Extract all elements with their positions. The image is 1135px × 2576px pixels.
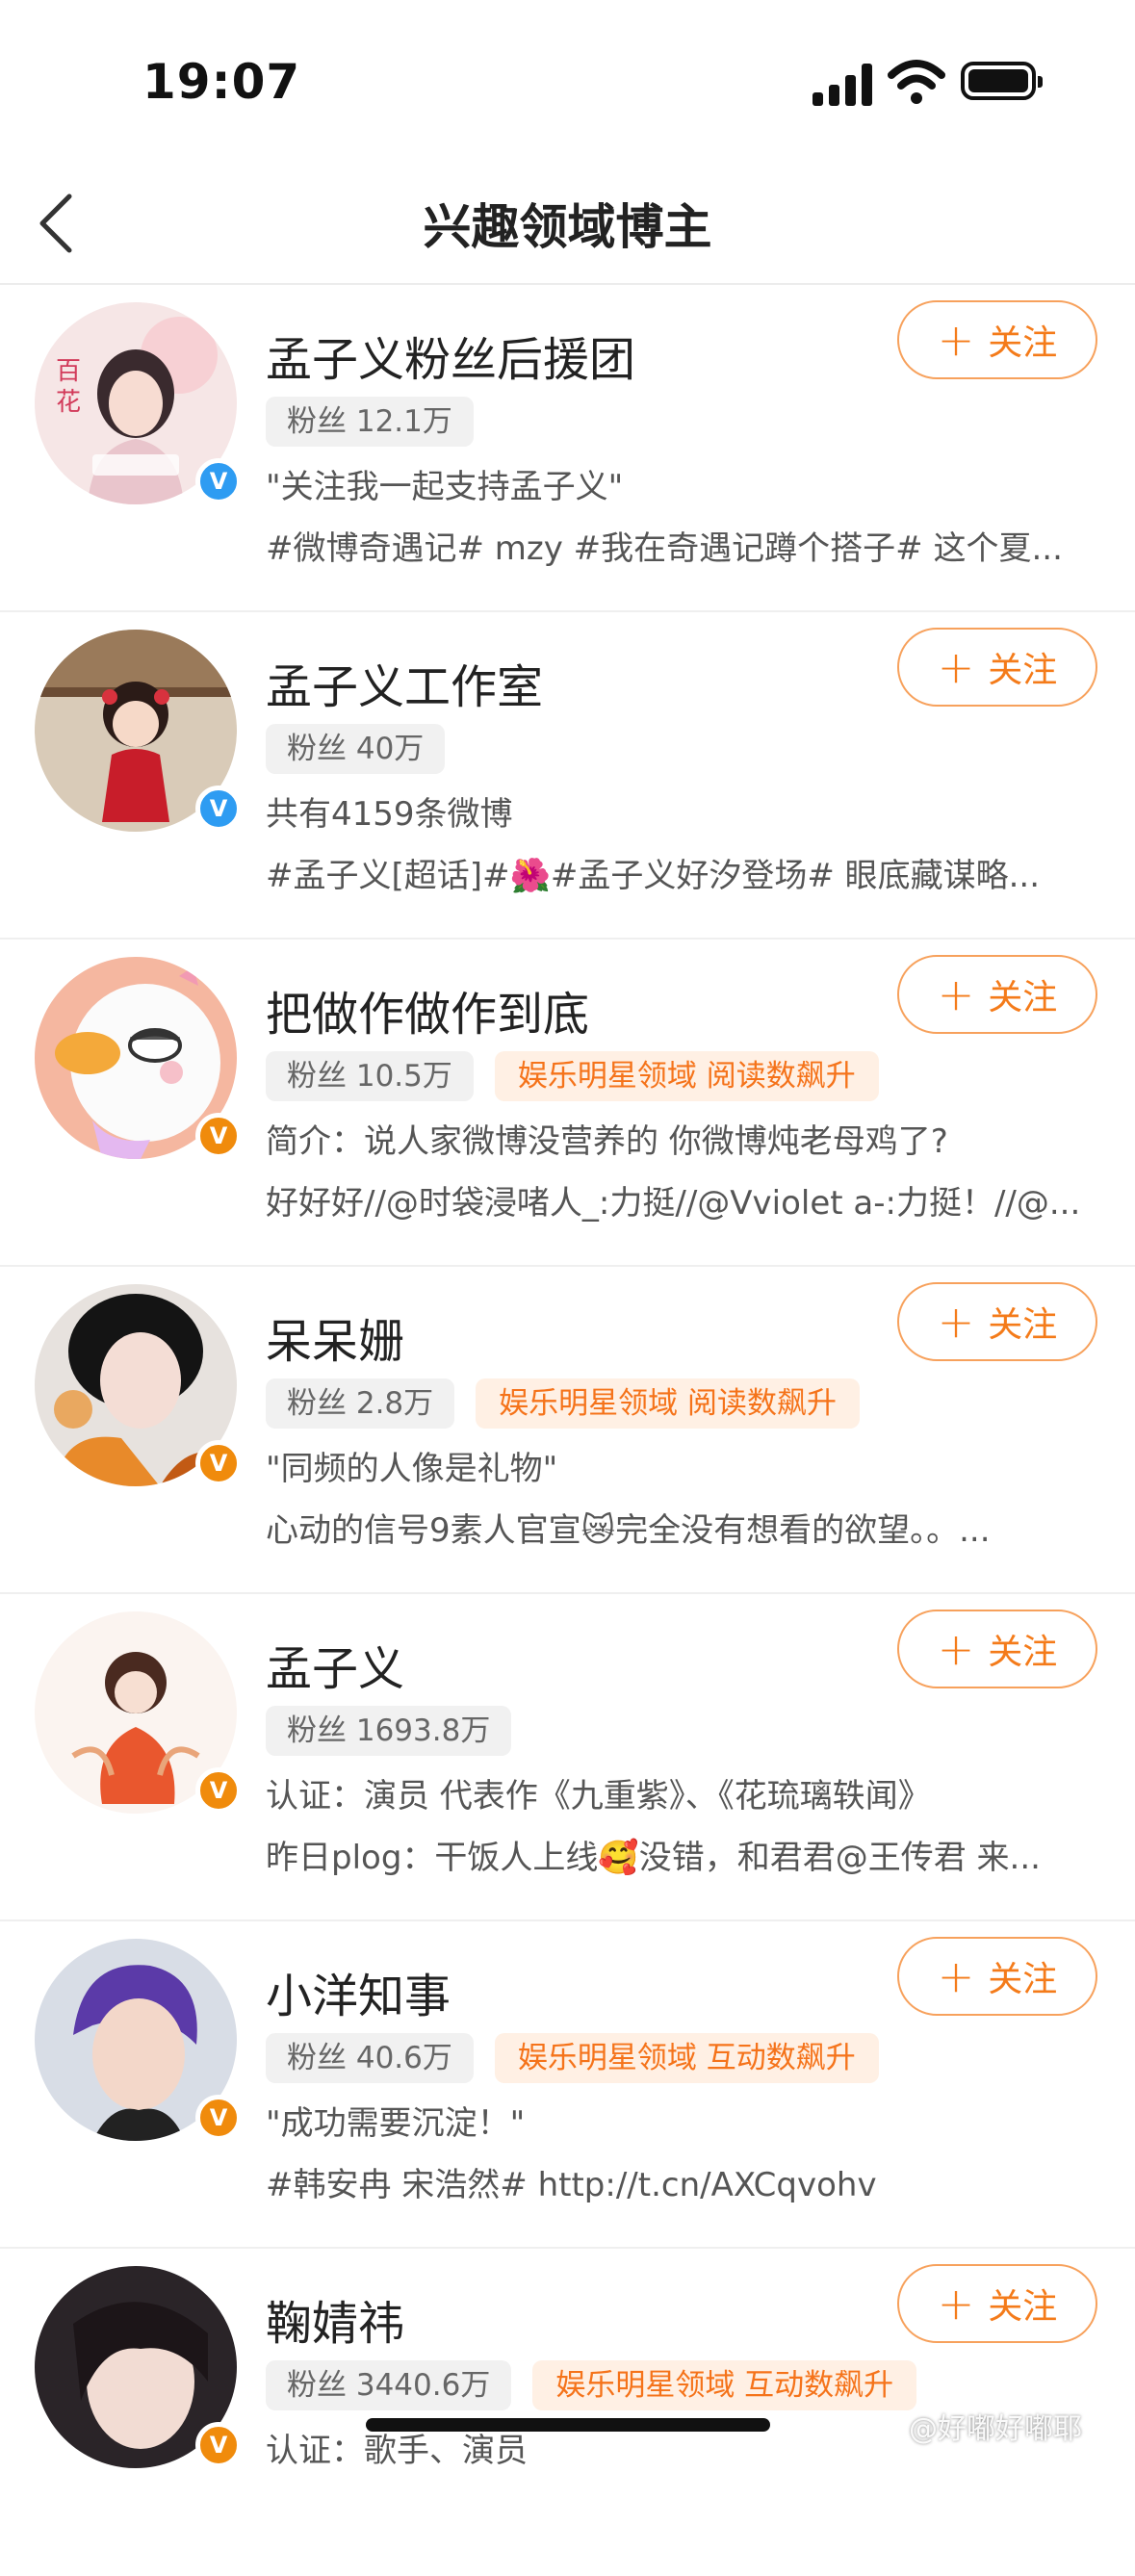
status-time: 19:07 [142,54,301,110]
latest-post[interactable]: 心动的信号9素人官宣😿完全没有想看的欲望。。... [266,1504,1094,1551]
latest-post[interactable]: #韩安冉 宋浩然# http://t.cn/AXCqvohv [266,2158,1094,2205]
verified-badge-icon: V [195,1767,242,1814]
plus-icon: + [937,314,975,366]
blogger-row[interactable]: V 孟子义工作室 粉丝 40万 共有4159条微博 #孟子义[超话]#🌺#孟子义… [0,612,1135,940]
follow-button[interactable]: + 关注 [897,628,1097,707]
blogger-desc: 共有4159条微博 [266,795,513,834]
home-indicator[interactable] [366,2418,770,2432]
fans-count: 粉丝 40万 [266,724,446,774]
latest-post[interactable]: 好好好//@时袋浸啫人_:力挺//@Vviolet a-:力挺！//@... [266,1176,1094,1224]
verified-badge-icon: V [195,786,242,832]
svg-text:花: 花 [56,388,81,417]
blogger-tags: 粉丝 12.1万 [266,397,474,447]
verified-badge-icon: V [195,1440,242,1486]
blogger-row[interactable]: V 呆呆姗 粉丝 2.8万 娱乐明星领域 阅读数飙升 "同频的人像是礼物" 心动… [0,1267,1135,1594]
plus-icon: + [937,1296,975,1348]
verified-badge-icon: V [195,458,242,504]
latest-post[interactable]: #微博奇遇记# mzy #我在奇遇记蹲个搭子# 这个夏... [266,522,1094,569]
verified-badge-icon: V [195,2422,242,2468]
blogger-name[interactable]: 呆呆姗 [266,1303,404,1371]
blogger-row[interactable]: 百 花 V 孟子义粉丝后援团 粉丝 12.1万 "关注我一起支持孟子义" #微博… [0,285,1135,612]
blogger-name[interactable]: 孟子义粉丝后援团 [266,322,635,389]
trending-tag: 娱乐明星领域 互动数飙升 [494,2033,879,2083]
follow-button[interactable]: + 关注 [897,1937,1097,2016]
battery-icon [961,62,1043,100]
follow-label: 关注 [988,323,1058,363]
blogger-row[interactable]: V 孟子义 粉丝 1693.8万 认证：演员 代表作《九重紫》、《花琉璃轶闻》 … [0,1594,1135,1921]
follow-button[interactable]: + 关注 [897,1610,1097,1688]
plus-icon: + [937,2278,975,2330]
follow-label: 关注 [988,1960,1058,1999]
page-title: 兴趣领域博主 [423,199,712,255]
blogger-tags: 粉丝 2.8万 娱乐明星领域 阅读数飙升 [266,1378,861,1429]
blogger-name[interactable]: 小洋知事 [266,1958,451,2025]
nav-bar: 兴趣领域博主 [0,164,1135,285]
watermark: @好嘟好嘟耶 [909,2412,1082,2446]
verified-badge-icon: V [195,1113,242,1159]
blogger-row[interactable]: V 小洋知事 粉丝 40.6万 娱乐明星领域 互动数飙升 "成功需要沉淀！" #… [0,1921,1135,2249]
follow-label: 关注 [988,1633,1058,1672]
plus-icon: + [937,1950,975,2002]
svg-text:百: 百 [56,357,81,386]
blogger-desc: "同频的人像是礼物" [266,1450,558,1488]
follow-label: 关注 [988,978,1058,1018]
follow-label: 关注 [988,651,1058,690]
fans-count: 粉丝 3440.6万 [266,2360,512,2410]
latest-post[interactable]: 昨日plog：干饭人上线🥰没错，和君君@王传君 来... [266,1831,1094,1878]
blogger-tags: 粉丝 40.6万 娱乐明星领域 互动数飙升 [266,2033,879,2083]
blogger-name[interactable]: 孟子义工作室 [266,649,543,716]
blogger-tags: 粉丝 1693.8万 [266,1706,512,1756]
blogger-tags: 粉丝 10.5万 娱乐明星领域 阅读数飙升 [266,1051,879,1101]
blogger-tags: 粉丝 40万 [266,724,446,774]
wifi-icon [888,60,945,104]
plus-icon: + [937,968,975,1020]
verified-badge-icon: V [195,2095,242,2141]
follow-button[interactable]: + 关注 [897,2264,1097,2343]
trending-tag: 娱乐明星领域 阅读数飙升 [476,1378,861,1429]
trending-tag: 娱乐明星领域 阅读数飙升 [494,1051,879,1101]
fans-count: 粉丝 40.6万 [266,2033,474,2083]
blogger-name[interactable]: 把做作做作到底 [266,976,589,1043]
blogger-desc: 简介：说人家微博没营养的 你微博炖老母鸡了? [266,1122,948,1161]
fans-count: 粉丝 10.5万 [266,1051,474,1101]
blogger-list: 百 花 V 孟子义粉丝后援团 粉丝 12.1万 "关注我一起支持孟子义" #微博… [0,285,1135,2576]
trending-tag: 娱乐明星领域 互动数飙升 [532,2360,917,2410]
blogger-desc: 认证：演员 代表作《九重紫》、《花琉璃轶闻》 [266,1777,931,1816]
blogger-name[interactable]: 孟子义 [266,1631,404,1698]
status-bar: 19:07 [0,0,1135,164]
follow-label: 关注 [988,1305,1058,1345]
cellular-signal-icon [813,64,874,106]
blogger-tags: 粉丝 3440.6万 娱乐明星领域 互动数飙升 [266,2360,917,2410]
fans-count: 粉丝 12.1万 [266,397,474,447]
follow-button[interactable]: + 关注 [897,300,1097,379]
blogger-row[interactable]: V 把做作做作到底 粉丝 10.5万 娱乐明星领域 阅读数飙升 简介：说人家微博… [0,940,1135,1267]
blogger-name[interactable]: 鞠婧祎 [266,2285,404,2353]
fans-count: 粉丝 2.8万 [266,1378,455,1429]
fans-count: 粉丝 1693.8万 [266,1706,512,1756]
blogger-desc: "关注我一起支持孟子义" [266,468,624,506]
follow-button[interactable]: + 关注 [897,955,1097,1034]
follow-label: 关注 [988,2287,1058,2327]
follow-button[interactable]: + 关注 [897,1282,1097,1361]
blogger-desc: "成功需要沉淀！" [266,2104,526,2143]
plus-icon: + [937,641,975,693]
latest-post[interactable]: #孟子义[超话]#🌺#孟子义好汐登场# 眼底藏谋略... [266,849,1094,896]
plus-icon: + [937,1623,975,1675]
